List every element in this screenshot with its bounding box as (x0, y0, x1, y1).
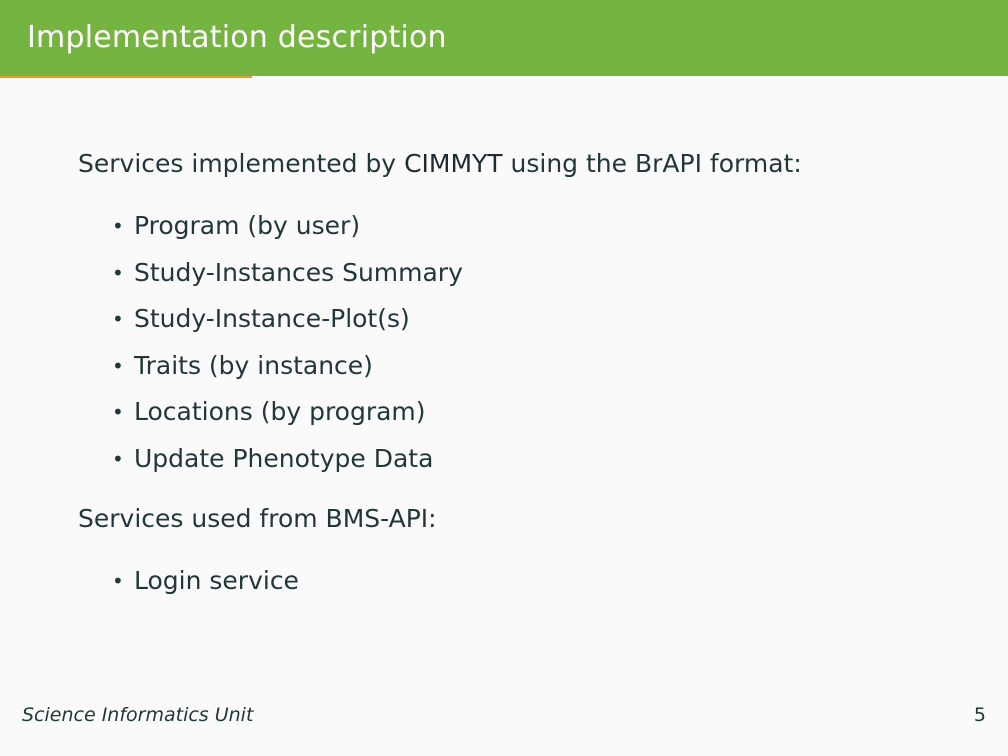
used-services-list: • Login service (78, 558, 958, 605)
list-item-label: Login service (134, 566, 299, 595)
list-item: • Program (by user) (78, 203, 958, 250)
title-bar: Implementation description (0, 0, 1008, 76)
bullet-dot-icon: • (112, 400, 124, 424)
used-services-heading: Services used from BMS-API: (78, 504, 437, 533)
list-item: • Update Phenotype Data (78, 436, 958, 483)
intro-organization: CIMMYT (404, 149, 503, 178)
list-item-label: Traits (by instance) (134, 350, 373, 380)
intro-paragraph: Services implemented by CIMMYT using the… (78, 145, 958, 183)
bullet-dot-icon: • (112, 353, 124, 378)
bullet-dot-icon: • (112, 307, 124, 331)
list-item-label: Program (by user) (134, 211, 361, 240)
slide-body: Services implemented by CIMMYT using the… (78, 145, 958, 605)
footer-unit-name: Science Informatics Unit (22, 704, 254, 726)
intro-text-before: Services implemented by (78, 149, 405, 178)
list-item: • Locations (by program) (78, 389, 958, 436)
bullet-dot-icon: • (112, 446, 124, 471)
list-item-label: Locations (by program) (134, 397, 426, 426)
list-item: • Traits (by instance) (78, 343, 958, 390)
bullet-dot-icon: • (112, 214, 124, 238)
bullet-dot-icon: • (112, 260, 124, 285)
slide-title: Implementation description (27, 20, 447, 55)
list-item: • Login service (78, 558, 958, 605)
bullet-dot-icon: • (112, 569, 124, 593)
intro-text-after: using the BrAPI format: (502, 149, 802, 178)
list-item-label: Study-Instance-Plot(s) (134, 304, 410, 333)
list-item-label: Update Phenotype Data (134, 443, 434, 473)
implemented-services-list: • Program (by user) • Study-Instances Summ… (78, 203, 958, 482)
title-underline (0, 76, 252, 78)
list-item-label: Study-Instances Summary (134, 257, 463, 287)
list-item: • Study-Instances Summary (78, 250, 958, 297)
list-item: • Study-Instance-Plot(s) (78, 296, 958, 343)
page-number: 5 (973, 704, 986, 726)
